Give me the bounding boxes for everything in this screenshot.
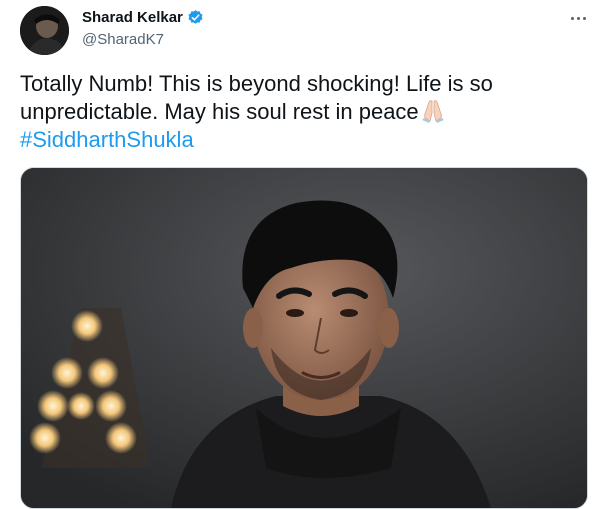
author-handle[interactable]: @SharadK7 bbox=[82, 31, 164, 48]
more-options-icon[interactable] bbox=[566, 8, 590, 28]
author-display-name[interactable]: Sharad Kelkar bbox=[82, 9, 183, 26]
folded-hands-icon bbox=[419, 99, 447, 123]
hashtag-link[interactable]: #SiddharthShukla bbox=[20, 127, 194, 152]
photo-portrait-icon bbox=[21, 168, 587, 508]
verified-badge-icon bbox=[187, 9, 204, 26]
author-name-row: Sharad Kelkar bbox=[82, 9, 204, 26]
avatar[interactable] bbox=[20, 6, 69, 55]
profile-photo-icon bbox=[20, 6, 69, 55]
tweet-text: Totally Numb! This is beyond shocking! L… bbox=[20, 70, 580, 154]
tweet-media-photo[interactable] bbox=[20, 167, 588, 509]
